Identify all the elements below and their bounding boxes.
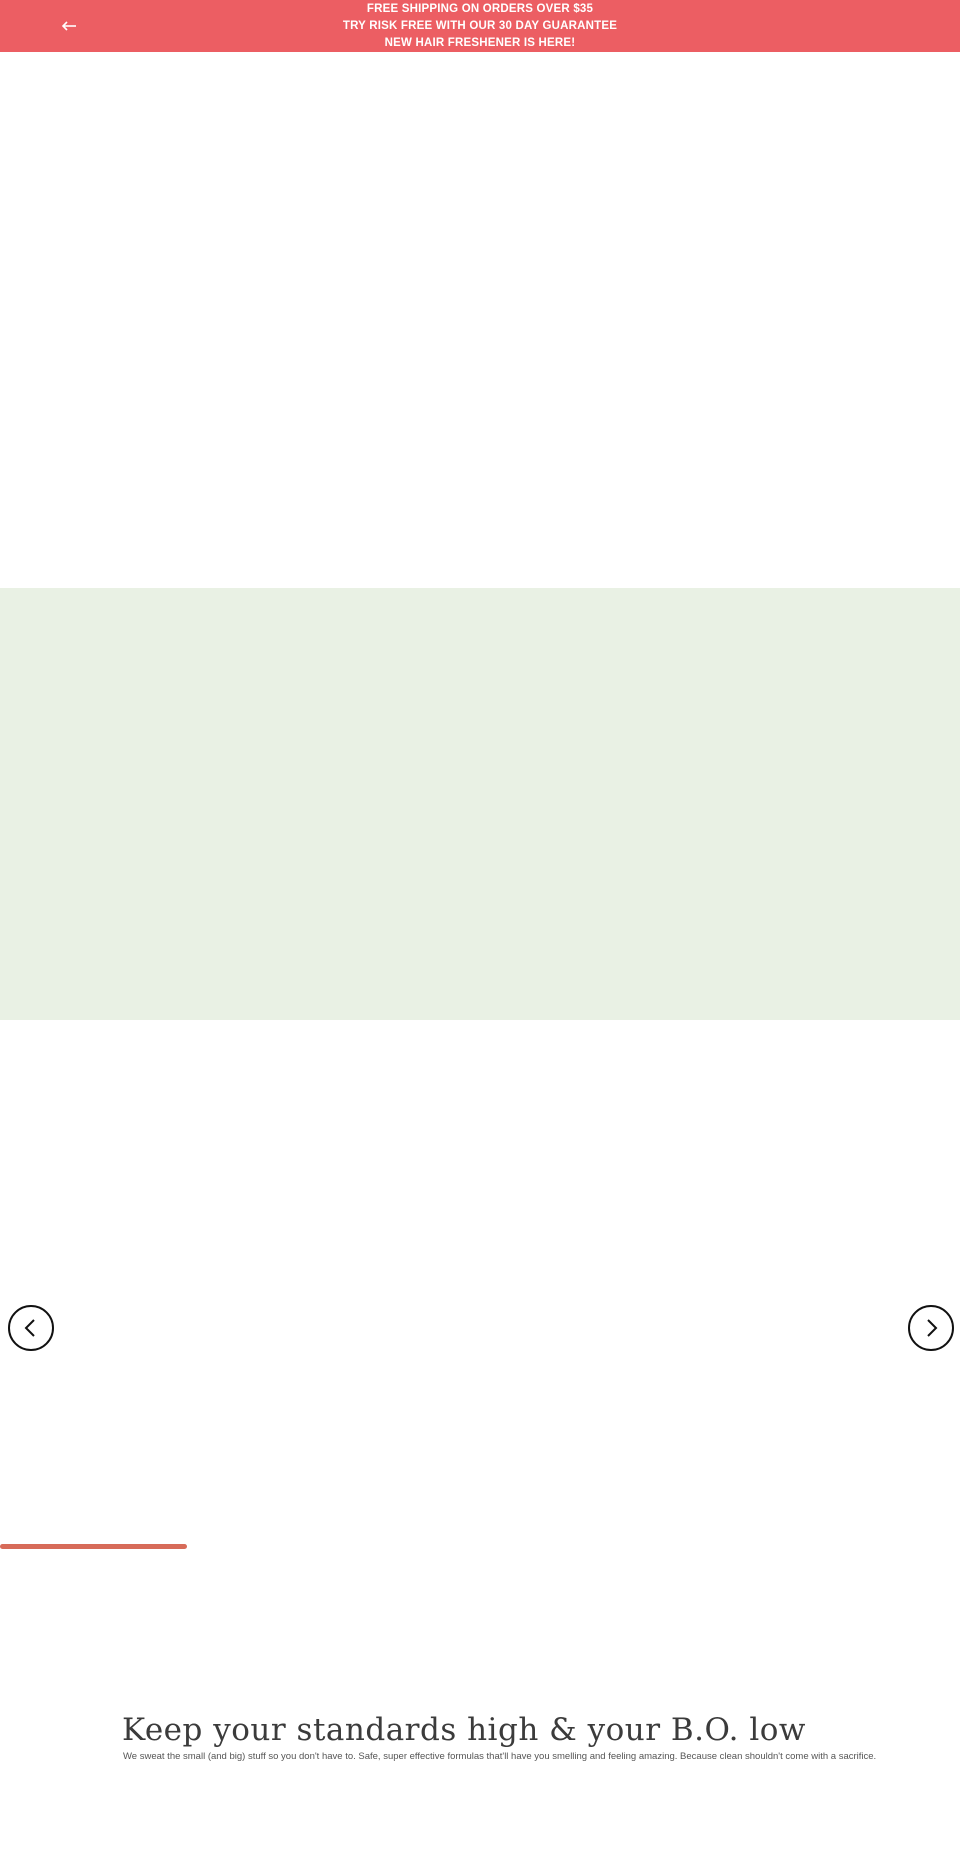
announcement-bar: FREE SHIPPING ON ORDERS OVER $35 TRY RIS… bbox=[0, 0, 960, 52]
hero-image-area bbox=[0, 52, 960, 588]
carousel-progress-track bbox=[0, 1544, 960, 1549]
announcement-line-shipping: FREE SHIPPING ON ORDERS OVER $35 bbox=[366, 3, 594, 15]
carousel-progress-bar bbox=[0, 1544, 188, 1549]
announcement-line-new-product: NEW HAIR FRESHENER IS HERE! bbox=[384, 37, 576, 49]
carousel-next-button[interactable] bbox=[908, 1305, 954, 1351]
chevron-left-icon bbox=[24, 1319, 35, 1337]
section-body-text: We sweat the small (and big) stuff so yo… bbox=[123, 1751, 877, 1762]
announcement-line-guarantee: TRY RISK FREE WITH OUR 30 DAY GUARANTEE bbox=[342, 20, 618, 32]
hero-green-band bbox=[0, 588, 960, 1020]
carousel-prev-button[interactable] bbox=[8, 1305, 54, 1351]
section-headline: Keep your standards high & your B.O. low bbox=[122, 1712, 806, 1748]
product-carousel bbox=[0, 1020, 960, 1540]
chevron-right-icon bbox=[927, 1319, 938, 1337]
